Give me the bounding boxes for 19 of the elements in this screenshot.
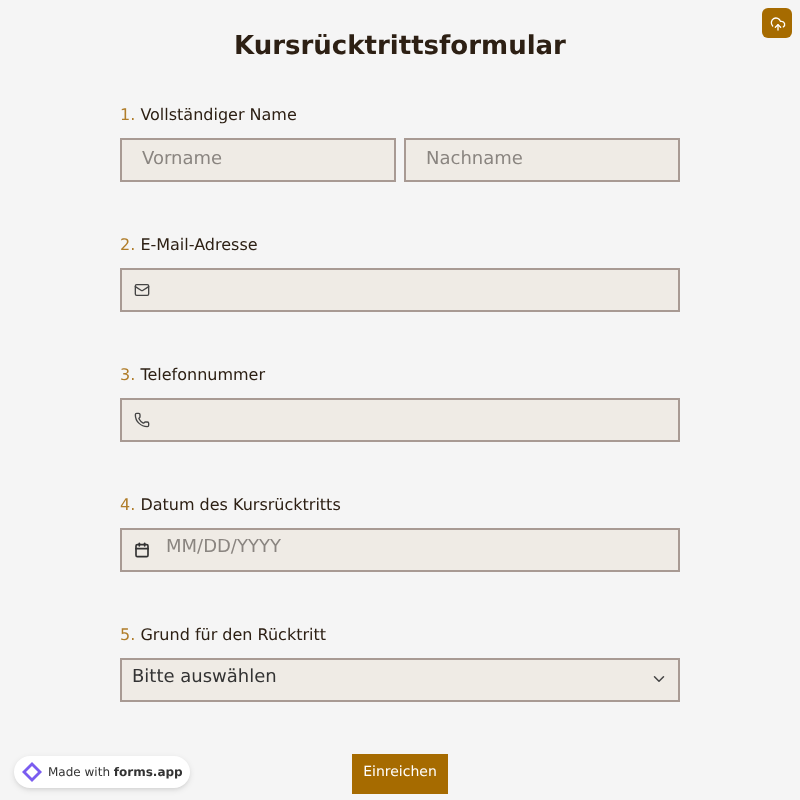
question-label: 4. Datum des Kursrücktritts	[120, 495, 343, 515]
question-label: 1. Vollständiger Name	[120, 105, 299, 125]
question-label: 5. Grund für den Rücktritt	[120, 625, 328, 645]
input-field[interactable]	[120, 267, 680, 311]
logo-icon	[22, 762, 42, 782]
chevron-icon	[650, 670, 668, 688]
input-field[interactable]: Nachname	[404, 137, 680, 181]
calendar-icon	[134, 541, 150, 557]
input-field[interactable]	[120, 397, 680, 441]
input-field[interactable]: Vorname	[120, 137, 396, 181]
question-label: 3. Telefonnummer	[120, 365, 267, 385]
question-label: 2. E-Mail-Adresse	[120, 235, 260, 255]
upload-button[interactable]	[762, 8, 792, 38]
phone-icon	[134, 411, 150, 427]
select-field[interactable]: Bitte auswählen	[120, 657, 680, 701]
date-placeholder: MM/DD/YYYY	[166, 535, 281, 562]
mail-icon	[134, 281, 150, 297]
cloud-icon	[769, 15, 785, 31]
form-title: Kursrücktrittsformular	[234, 30, 566, 66]
